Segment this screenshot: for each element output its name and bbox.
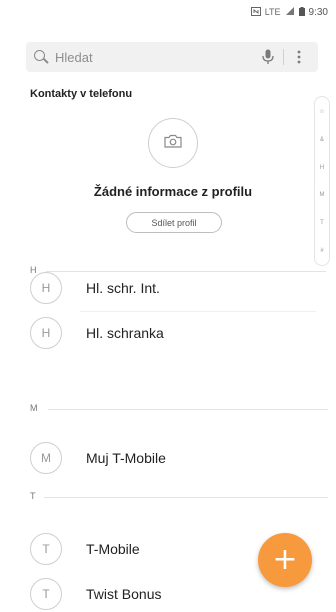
battery-icon — [298, 6, 305, 18]
status-time: 9:30 — [308, 6, 328, 18]
contact-name: Hl. schranka — [86, 325, 164, 341]
group-divider — [44, 497, 328, 498]
more-vert-icon[interactable] — [288, 46, 310, 68]
search-icon — [34, 50, 48, 64]
contact-row[interactable]: H Hl. schr. Int. — [30, 270, 310, 306]
contact-name: Hl. schr. Int. — [86, 280, 160, 296]
group-header-m: M — [30, 403, 38, 413]
add-contact-button[interactable]: + — [258, 533, 312, 587]
share-profile-button[interactable]: Sdílet profil — [126, 212, 222, 233]
group-divider — [48, 409, 328, 410]
profile-title: Žádné informace z profilu — [93, 184, 253, 199]
row-separator — [80, 311, 316, 312]
section-title: Kontakty v telefonu — [30, 88, 133, 100]
profile-avatar[interactable] — [148, 118, 198, 168]
camera-icon — [164, 134, 182, 153]
search-bar[interactable] — [26, 42, 318, 72]
contact-avatar: H — [30, 272, 62, 304]
contact-avatar: M — [30, 442, 62, 474]
signal-icon — [285, 6, 295, 18]
index-letter[interactable]: & — [320, 137, 324, 143]
contact-name: Muj T-Mobile — [86, 450, 166, 466]
contact-avatar: H — [30, 317, 62, 349]
lte-indicator: LTE — [264, 7, 281, 17]
index-letter[interactable]: M — [320, 192, 325, 198]
index-scrollbar[interactable]: ☆ & H M T # — [314, 96, 330, 266]
contact-avatar: T — [30, 578, 62, 610]
contact-name: Twist Bonus — [86, 586, 162, 602]
group-header-t: T — [30, 491, 36, 501]
index-letter[interactable]: ☆ — [319, 108, 324, 115]
nfc-icon — [250, 6, 261, 18]
contact-avatar: T — [30, 533, 62, 565]
contact-row[interactable]: H Hl. schranka — [30, 315, 310, 351]
search-divider — [283, 49, 284, 65]
index-letter[interactable]: # — [320, 248, 323, 254]
index-letter[interactable]: T — [320, 220, 324, 226]
search-input[interactable] — [53, 48, 257, 66]
mic-icon[interactable] — [257, 46, 279, 68]
contact-name: T-Mobile — [86, 541, 140, 557]
status-bar: LTE 9:30 — [0, 0, 336, 24]
index-letter[interactable]: H — [320, 165, 324, 171]
contact-row[interactable]: M Muj T-Mobile — [30, 440, 310, 476]
